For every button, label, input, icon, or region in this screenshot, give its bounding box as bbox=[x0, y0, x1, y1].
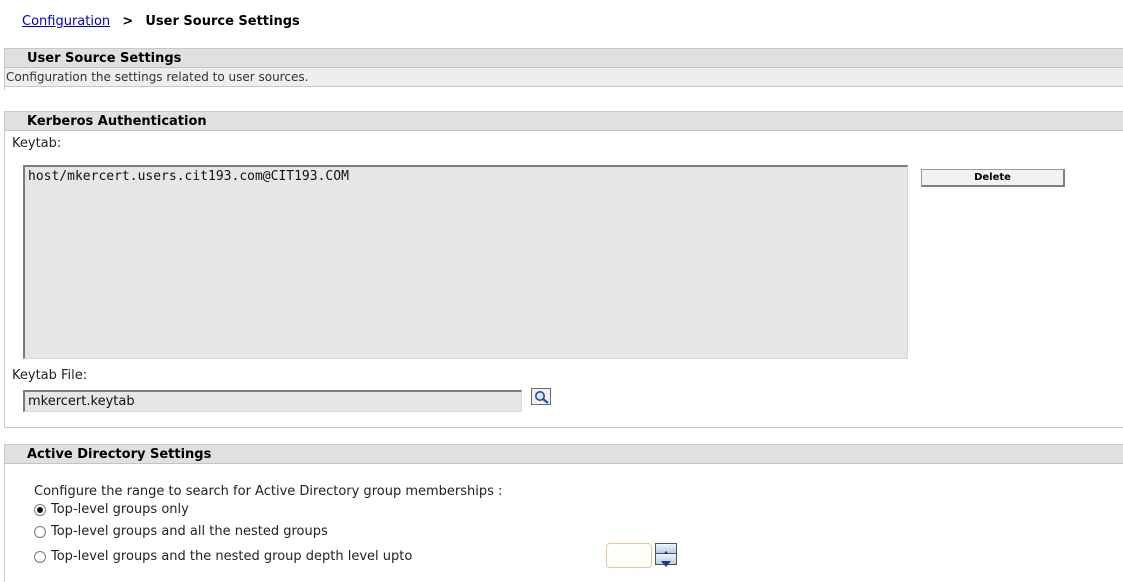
active-directory-title: Active Directory Settings bbox=[5, 445, 1123, 464]
breadcrumb-current: User Source Settings bbox=[145, 14, 300, 29]
option-label: Top-level groups and all the nested grou… bbox=[51, 524, 328, 539]
breadcrumb-separator: > bbox=[122, 14, 134, 29]
option-label: Top-level groups and the nested group de… bbox=[51, 549, 413, 564]
option-label: Top-level groups only bbox=[51, 502, 189, 517]
option-nested-depth[interactable]: Top-level groups and the nested group de… bbox=[34, 549, 412, 564]
radio-nested-depth[interactable] bbox=[34, 550, 46, 563]
option-top-level-only[interactable]: Top-level groups only bbox=[34, 502, 189, 517]
keytab-label: Keytab: bbox=[12, 136, 62, 151]
keytab-file-input[interactable]: mkercert.keytab bbox=[23, 390, 522, 412]
magnifier-icon bbox=[535, 391, 549, 404]
keytab-file-label: Keytab File: bbox=[12, 368, 88, 383]
radio-top-level-only[interactable] bbox=[34, 503, 46, 516]
kerberos-panel: Kerberos Authentication Keytab: host/mke… bbox=[4, 111, 1123, 428]
keytab-entry[interactable]: host/mkercert.users.cit193.com@CIT193.CO… bbox=[28, 169, 904, 184]
depth-level-input[interactable] bbox=[606, 543, 652, 568]
user-source-title: User Source Settings bbox=[5, 49, 1123, 68]
option-all-nested[interactable]: Top-level groups and all the nested grou… bbox=[34, 524, 328, 539]
delete-button[interactable]: Delete bbox=[921, 169, 1065, 187]
spinner-up-button[interactable] bbox=[656, 544, 676, 557]
user-source-description: Configuration the settings related to us… bbox=[5, 68, 1123, 87]
depth-spinner[interactable] bbox=[655, 543, 677, 567]
breadcrumb: Configuration > User Source Settings bbox=[22, 14, 300, 29]
kerberos-title: Kerberos Authentication bbox=[5, 112, 1123, 131]
breadcrumb-link-configuration[interactable]: Configuration bbox=[22, 14, 110, 29]
keytab-list[interactable]: host/mkercert.users.cit193.com@CIT193.CO… bbox=[23, 165, 908, 359]
browse-button[interactable] bbox=[531, 388, 551, 405]
spinner-down-button[interactable] bbox=[656, 554, 676, 567]
user-source-panel: User Source Settings Configuration the s… bbox=[4, 48, 1123, 90]
arrow-down-icon bbox=[661, 561, 671, 567]
radio-all-nested[interactable] bbox=[34, 525, 46, 538]
ad-range-prompt: Configure the range to search for Active… bbox=[34, 484, 503, 499]
